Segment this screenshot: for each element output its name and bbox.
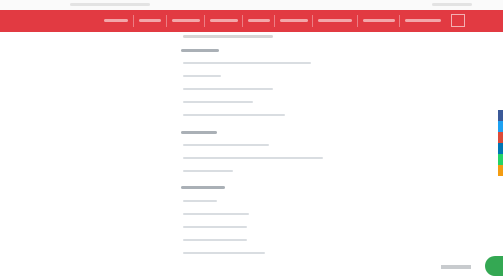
- nav-divider: [274, 15, 275, 27]
- whatsapp-icon[interactable]: [498, 154, 503, 165]
- nav-divider: [133, 15, 134, 27]
- list-item[interactable]: [183, 252, 265, 254]
- nav-item-3[interactable]: [172, 19, 200, 22]
- nav-divider: [204, 15, 205, 27]
- chat-label-text: [441, 265, 471, 268]
- list-item[interactable]: [183, 75, 221, 77]
- section-heading: [181, 186, 225, 189]
- email-icon[interactable]: [498, 165, 503, 176]
- nav-item-9[interactable]: [405, 19, 441, 22]
- list-item[interactable]: [183, 101, 253, 103]
- search-icon[interactable]: [451, 14, 465, 27]
- section-heading: [181, 131, 217, 134]
- list-item[interactable]: [183, 170, 233, 172]
- nav-divider: [242, 15, 243, 27]
- list-item[interactable]: [183, 114, 285, 116]
- nav-item-2[interactable]: [139, 19, 161, 22]
- section-heading: [181, 49, 219, 52]
- nav-divider: [357, 15, 358, 27]
- nav-divider: [399, 15, 400, 27]
- chat-button[interactable]: [485, 256, 503, 276]
- list-item[interactable]: [183, 144, 269, 146]
- top-bar-text: [70, 3, 150, 6]
- nav-divider: [312, 15, 313, 27]
- list-item[interactable]: [183, 88, 273, 90]
- breadcrumb: [183, 35, 273, 38]
- list-item[interactable]: [183, 200, 217, 202]
- nav-item-8[interactable]: [363, 19, 395, 22]
- list-item[interactable]: [183, 226, 247, 228]
- nav-item-1[interactable]: [104, 19, 128, 22]
- nav-divider: [166, 15, 167, 27]
- twitter-icon[interactable]: [498, 121, 503, 132]
- top-bar: [0, 0, 503, 10]
- top-bar-links[interactable]: [432, 3, 472, 6]
- nav-item-6[interactable]: [280, 19, 308, 22]
- nav-item-5[interactable]: [248, 19, 270, 22]
- nav-item-7[interactable]: [318, 19, 352, 22]
- list-item[interactable]: [183, 157, 323, 159]
- google-plus-icon[interactable]: [498, 132, 503, 143]
- linkedin-icon[interactable]: [498, 143, 503, 154]
- list-item[interactable]: [183, 239, 247, 241]
- main-navigation: [0, 10, 503, 32]
- facebook-icon[interactable]: [498, 110, 503, 121]
- list-item[interactable]: [183, 213, 249, 215]
- list-item[interactable]: [183, 62, 311, 64]
- nav-item-4[interactable]: [210, 19, 238, 22]
